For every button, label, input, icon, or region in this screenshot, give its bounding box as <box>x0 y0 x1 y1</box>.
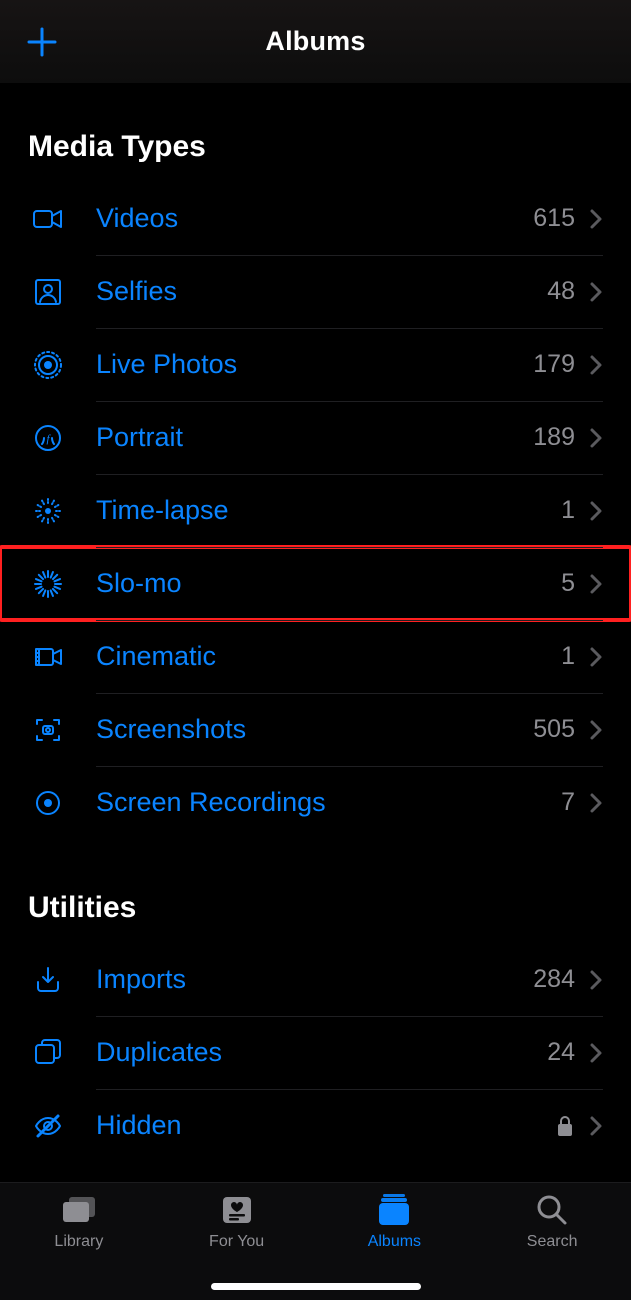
row-time-lapse[interactable]: Time-lapse 1 <box>0 474 631 547</box>
tab-search-icon <box>530 1193 574 1227</box>
chevron-right-icon <box>589 354 603 376</box>
selfie-icon <box>28 272 68 312</box>
page-title: Albums <box>265 26 365 57</box>
tab-library[interactable]: Library <box>0 1193 158 1251</box>
chevron-right-icon <box>589 208 603 230</box>
row-count: 7 <box>561 788 575 817</box>
row-cinematic[interactable]: Cinematic 1 <box>0 620 631 693</box>
portrait-icon: f <box>28 418 68 458</box>
row-label: Slo-mo <box>96 568 549 599</box>
row-imports[interactable]: Imports 284 <box>0 943 631 1016</box>
row-label: Screenshots <box>96 714 521 745</box>
screenshot-icon <box>28 710 68 750</box>
row-slo-mo[interactable]: Slo-mo 5 <box>0 547 631 620</box>
chevron-right-icon <box>589 1042 603 1064</box>
video-icon <box>28 199 68 239</box>
row-count: 1 <box>561 496 575 525</box>
row-count: 48 <box>547 277 575 306</box>
plus-icon <box>25 25 59 59</box>
chevron-right-icon <box>589 500 603 522</box>
tab-albums[interactable]: Albums <box>316 1193 474 1251</box>
chevron-right-icon <box>589 646 603 668</box>
row-label: Screen Recordings <box>96 787 549 818</box>
section-header: Media Types <box>0 88 631 182</box>
lock-icon <box>555 1114 575 1138</box>
row-label: Portrait <box>96 422 521 453</box>
duplicates-icon <box>28 1033 68 1073</box>
section-header: Utilities <box>0 849 631 943</box>
row-videos[interactable]: Videos 615 <box>0 182 631 255</box>
tab-label: For You <box>209 1233 264 1251</box>
row-duplicates[interactable]: Duplicates 24 <box>0 1016 631 1089</box>
add-button[interactable] <box>22 22 62 62</box>
tab-foryou[interactable]: For You <box>158 1193 316 1251</box>
tab-albums-icon <box>372 1193 416 1227</box>
content-scroll[interactable]: Media Types Videos 615 Selfies 48 Live Photos… <box>0 84 631 1182</box>
row-count: 1 <box>561 642 575 671</box>
row-count: 24 <box>547 1038 575 1067</box>
slomo-icon <box>28 564 68 604</box>
row-screen-recordings[interactable]: Screen Recordings 7 <box>0 766 631 839</box>
row-label: Selfies <box>96 276 535 307</box>
row-screenshots[interactable]: Screenshots 505 <box>0 693 631 766</box>
tab-library-icon <box>57 1193 101 1227</box>
livephoto-icon <box>28 345 68 385</box>
navbar: Albums <box>0 0 631 84</box>
tab-label: Albums <box>368 1233 421 1251</box>
row-count: 505 <box>533 715 575 744</box>
hidden-icon <box>28 1106 68 1146</box>
tab-label: Library <box>54 1233 103 1251</box>
row-hidden[interactable]: Hidden <box>0 1089 631 1162</box>
chevron-right-icon <box>589 573 603 595</box>
row-label: Time-lapse <box>96 495 549 526</box>
row-label: Live Photos <box>96 349 521 380</box>
tab-foryou-icon <box>215 1193 259 1227</box>
chevron-right-icon <box>589 719 603 741</box>
cinematic-icon <box>28 637 68 677</box>
home-indicator[interactable] <box>211 1283 421 1290</box>
row-portrait[interactable]: f Portrait 189 <box>0 401 631 474</box>
timelapse-icon <box>28 491 68 531</box>
row-live-photos[interactable]: Live Photos 179 <box>0 328 631 401</box>
chevron-right-icon <box>589 427 603 449</box>
screenrec-icon <box>28 783 68 823</box>
tab-search[interactable]: Search <box>473 1193 631 1251</box>
row-label: Cinematic <box>96 641 549 672</box>
row-label: Imports <box>96 964 521 995</box>
row-count: 179 <box>533 350 575 379</box>
row-count: 189 <box>533 423 575 452</box>
row-count: 5 <box>561 569 575 598</box>
chevron-right-icon <box>589 792 603 814</box>
row-label: Duplicates <box>96 1037 535 1068</box>
chevron-right-icon <box>589 281 603 303</box>
row-label: Videos <box>96 203 521 234</box>
row-count: 615 <box>533 204 575 233</box>
svg-text:f: f <box>46 433 51 445</box>
imports-icon <box>28 960 68 1000</box>
row-label: Hidden <box>96 1110 549 1141</box>
chevron-right-icon <box>589 1115 603 1137</box>
chevron-right-icon <box>589 969 603 991</box>
row-selfies[interactable]: Selfies 48 <box>0 255 631 328</box>
tab-label: Search <box>527 1233 578 1251</box>
row-count: 284 <box>533 965 575 994</box>
